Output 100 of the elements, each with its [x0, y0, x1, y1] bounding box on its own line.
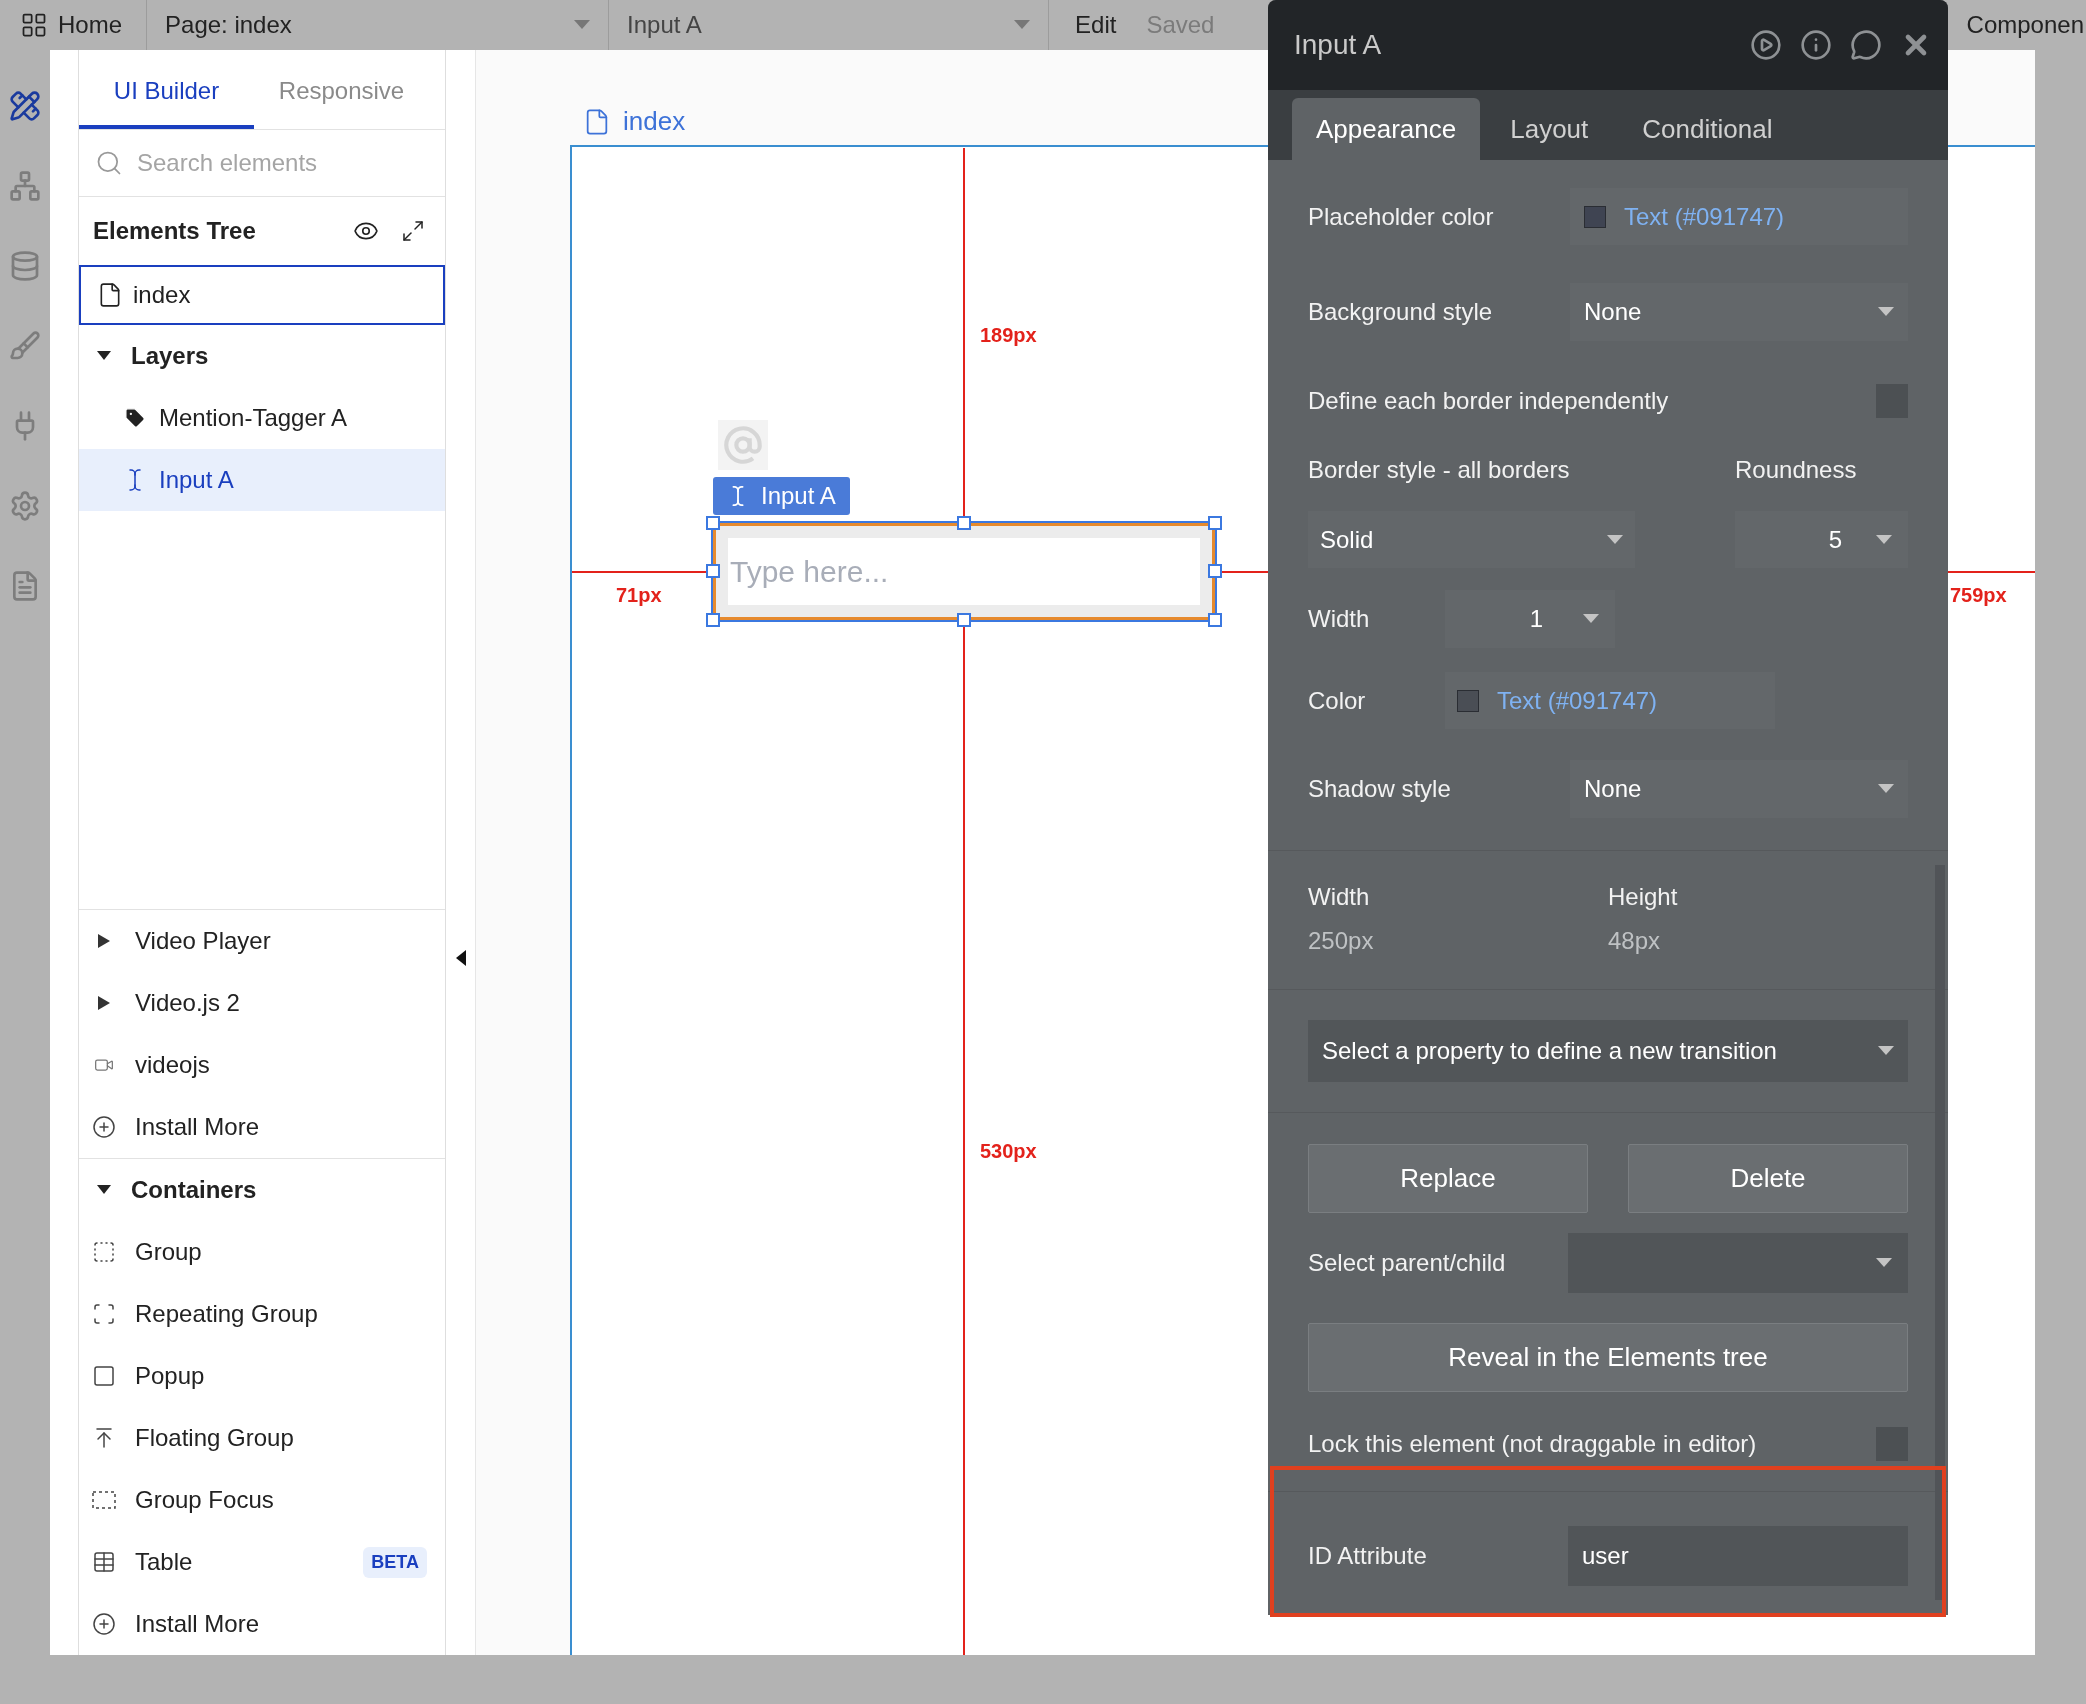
field-label: Lock this element (not draggable in editor)	[1308, 1429, 1757, 1459]
palette-item[interactable]: Group Focus	[79, 1469, 445, 1531]
distance-label: 71px	[616, 583, 662, 608]
comment-icon[interactable]	[1850, 29, 1882, 61]
collapsed-triangle-icon[interactable]	[98, 934, 110, 948]
size-value: 48px	[1608, 926, 1662, 956]
expand-icon[interactable]	[401, 219, 425, 243]
resize-handle[interactable]	[957, 516, 971, 530]
palette-item[interactable]: Floating Group	[79, 1407, 445, 1469]
field-label: Background style	[1308, 297, 1493, 327]
reveal-button[interactable]: Reveal in the Elements tree	[1308, 1323, 1908, 1392]
square-icon	[92, 1364, 116, 1388]
edit-menu[interactable]: Edit	[1075, 7, 1117, 43]
palette-item[interactable]: Video.js 2	[79, 972, 445, 1034]
corners-icon	[92, 1302, 116, 1326]
scrollbar[interactable]	[1935, 865, 1945, 1600]
color-swatch	[1584, 205, 1606, 228]
plus-circle-icon	[92, 1115, 116, 1139]
id-input[interactable]: user	[1568, 1526, 1908, 1586]
palette-item[interactable]: Table BETA	[79, 1531, 445, 1593]
palette-item[interactable]: Repeating Group	[79, 1283, 445, 1345]
transition-dropdown[interactable]: Select a property to define a new transition	[1308, 1020, 1908, 1082]
size-value: 250px	[1308, 926, 1375, 956]
collapsed-triangle-icon[interactable]	[98, 996, 110, 1010]
resize-handle[interactable]	[1208, 613, 1222, 627]
dropdown[interactable]: 1	[1445, 590, 1615, 648]
save-status: Saved	[1146, 10, 1215, 40]
section-title: Containers	[131, 1175, 257, 1205]
resize-handle[interactable]	[1208, 564, 1222, 578]
field-label: Placeholder color	[1308, 201, 1494, 232]
tree-group-label: Layers	[131, 341, 209, 371]
caret-icon	[1878, 1046, 1894, 1056]
info-icon[interactable]	[1800, 29, 1832, 61]
palette-item[interactable]: Install More	[79, 1593, 445, 1655]
dropdown[interactable]: 5	[1735, 511, 1908, 568]
caret-icon	[574, 20, 591, 30]
expanded-triangle-icon[interactable]	[97, 1185, 111, 1195]
field-label: Roundness	[1735, 455, 1858, 485]
palette-item[interactable]: Install More	[79, 1096, 445, 1158]
sidebar-tab[interactable]: UI Builder	[79, 50, 254, 129]
tree-title: Elements Tree	[93, 216, 256, 246]
caret-icon	[1878, 784, 1894, 794]
distance-label: 530px	[980, 1139, 1037, 1164]
panel-tab[interactable]: Conditional	[1618, 98, 1797, 160]
resize-handle[interactable]	[706, 564, 720, 578]
expanded-triangle-icon[interactable]	[97, 351, 111, 361]
dashed-square-icon	[92, 1240, 116, 1264]
plus-circle-icon	[92, 1612, 116, 1636]
grid-icon	[20, 11, 48, 39]
search-field[interactable]: Search elements	[137, 145, 417, 181]
panel-title: Input A	[1294, 28, 1382, 62]
at-sign-icon	[718, 420, 768, 470]
dropdown[interactable]: Solid	[1308, 511, 1635, 568]
palette-item[interactable]: Video Player	[79, 910, 445, 972]
field-label: Width	[1308, 882, 1371, 912]
color-swatch	[1457, 689, 1479, 712]
field-label: Color	[1308, 685, 1367, 716]
tree-item[interactable]: index	[79, 265, 445, 325]
field-label: Border style - all borders	[1308, 455, 1570, 485]
action-button[interactable]: Delete	[1628, 1144, 1908, 1213]
dropdown[interactable]: None	[1570, 283, 1908, 341]
caret-icon	[1607, 534, 1623, 545]
beta-badge: BETA	[363, 1546, 427, 1578]
caret-icon	[1876, 1258, 1892, 1268]
field-label: ID Attribute	[1308, 1541, 1427, 1571]
dropdown[interactable]: None	[1570, 760, 1908, 818]
field-label: Width	[1308, 604, 1371, 634]
panel-tab[interactable]: Layout	[1486, 98, 1613, 160]
caret-icon	[1878, 307, 1894, 317]
element-tag[interactable]: Input A	[713, 477, 850, 515]
field-label: Shadow style	[1308, 774, 1451, 804]
field-label: Height	[1608, 882, 1679, 912]
caret-icon	[1014, 20, 1031, 30]
tag-icon	[124, 407, 146, 429]
tree-item[interactable]: Input A	[79, 449, 445, 511]
palette-item[interactable]: Popup	[79, 1345, 445, 1407]
collapse-arrow-icon[interactable]	[455, 950, 466, 966]
resize-handle[interactable]	[706, 613, 720, 627]
resize-handle[interactable]	[957, 613, 971, 627]
field-label: Select parent/child	[1308, 1248, 1506, 1278]
caret-icon	[1583, 614, 1599, 624]
page-label[interactable]: index	[583, 102, 686, 141]
resize-handle[interactable]	[706, 516, 720, 530]
play-icon[interactable]	[1750, 29, 1782, 61]
distance-label: 759px	[1950, 583, 2007, 608]
input-element[interactable]: Type here...	[713, 523, 1215, 620]
dashed-rectangle-icon	[92, 1491, 116, 1509]
action-button[interactable]: Replace	[1308, 1144, 1588, 1213]
table-icon	[92, 1550, 116, 1574]
search-icon	[95, 149, 123, 177]
palette-item[interactable]: videojs	[79, 1034, 445, 1096]
distance-label: 189px	[980, 323, 1037, 348]
pencil-ruler-icon[interactable]	[9, 90, 41, 122]
panel-tab[interactable]: Appearance	[1292, 98, 1481, 160]
palette-item[interactable]: Group	[79, 1221, 445, 1283]
caret-icon	[1876, 534, 1892, 545]
components-tab[interactable]: Componen	[1966, 7, 2086, 43]
field-label: Define each border independently	[1308, 386, 1669, 416]
tree-item[interactable]: Mention-Tagger A	[79, 387, 445, 449]
resize-handle[interactable]	[1208, 516, 1222, 530]
